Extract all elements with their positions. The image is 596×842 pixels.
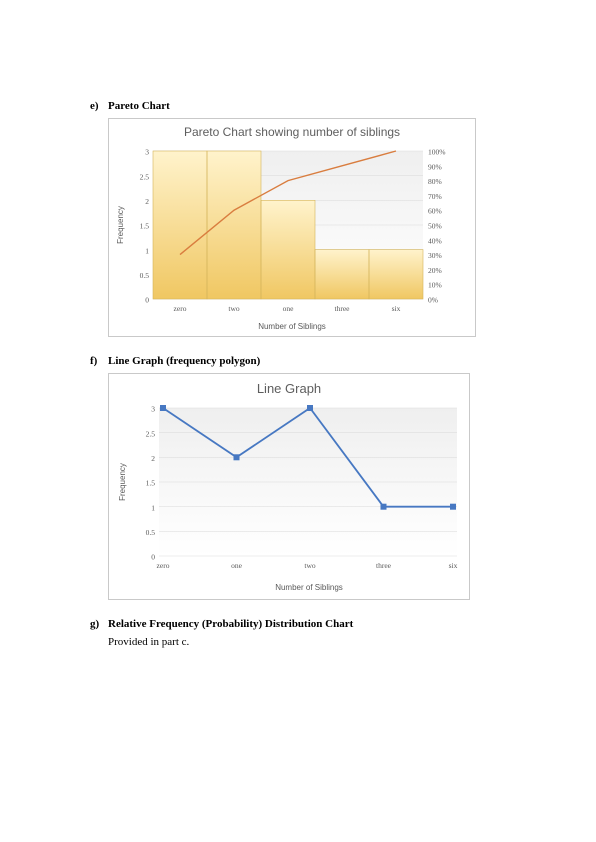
pareto-title: Pareto Chart showing number of siblings: [184, 125, 400, 139]
y2tick: 10%: [428, 281, 442, 290]
ytick: 1.5: [140, 222, 150, 231]
xtick: six: [392, 304, 401, 313]
section-e-heading: e) Pareto Chart: [90, 100, 556, 112]
section-g-body: Provided in part c.: [108, 636, 556, 648]
y2tick: 20%: [428, 266, 442, 275]
ytick: 1: [145, 246, 149, 255]
xtick: one: [283, 304, 295, 313]
section-g-heading: g) Relative Frequency (Probability) Dist…: [90, 618, 556, 630]
pareto-chart-svg: Pareto Chart showing number of siblings …: [109, 119, 475, 336]
y2tick: 100%: [428, 148, 446, 157]
ytick: 1.5: [146, 479, 156, 488]
pareto-x-axis: zero two one three six: [174, 304, 401, 313]
xtick: six: [449, 561, 458, 570]
y2tick: 50%: [428, 222, 442, 231]
section-e-title: Pareto Chart: [108, 100, 170, 112]
section-g-letter: g): [90, 618, 108, 630]
ytick: 1: [151, 503, 155, 512]
ytick: 0: [145, 296, 149, 305]
ytick: 3: [145, 148, 149, 157]
y2tick: 80%: [428, 177, 442, 186]
ytick: 0: [151, 553, 155, 562]
xtick: two: [228, 304, 240, 313]
bar-six: [369, 250, 423, 299]
ytick: 3: [151, 405, 155, 414]
line-chart: Line Graph 0 0.5 1 1.5 2: [108, 373, 470, 600]
ytick: 2.5: [140, 172, 150, 181]
section-f-heading: f) Line Graph (frequency polygon): [90, 355, 556, 367]
document-page: e) Pareto Chart Pareto Chart showing num…: [0, 0, 596, 688]
xtick: zero: [174, 304, 187, 313]
pareto-xlabel: Number of Siblings: [258, 322, 326, 331]
line-ylabel: Frequency: [118, 463, 127, 501]
section-f-title: Line Graph (frequency polygon): [108, 355, 260, 367]
ytick: 0.5: [146, 528, 156, 537]
xtick: three: [376, 561, 392, 570]
pareto-chart: Pareto Chart showing number of siblings …: [108, 118, 476, 337]
bar-one: [261, 200, 315, 299]
y2tick: 0%: [428, 296, 438, 305]
bar-zero: [153, 151, 207, 299]
y2tick: 30%: [428, 251, 442, 260]
line-xlabel: Number of Siblings: [275, 583, 343, 592]
xtick: one: [231, 561, 243, 570]
ytick: 0.5: [140, 271, 150, 280]
xtick: three: [335, 304, 351, 313]
ytick: 2: [145, 197, 149, 206]
y2tick: 60%: [428, 207, 442, 216]
bar-three: [315, 250, 369, 299]
pareto-ylabel: Frequency: [116, 206, 125, 244]
xtick: two: [304, 561, 316, 570]
pareto-y2-axis: 0% 10% 20% 30% 40% 50% 60% 70% 80% 90% 1…: [428, 148, 446, 305]
section-e-letter: e): [90, 100, 108, 112]
section-g-title: Relative Frequency (Probability) Distrib…: [108, 618, 353, 630]
line-y-axis: 0 0.5 1 1.5 2 2.5 3: [146, 405, 156, 562]
line-title: Line Graph: [257, 381, 321, 396]
y2tick: 90%: [428, 162, 442, 171]
line-chart-svg: Line Graph 0 0.5 1 1.5 2: [109, 374, 469, 599]
y2tick: 70%: [428, 192, 442, 201]
xtick: zero: [157, 561, 170, 570]
y2tick: 40%: [428, 236, 442, 245]
line-x-axis: zero one two three six: [157, 561, 458, 570]
ytick: 2.5: [146, 429, 156, 438]
section-f-letter: f): [90, 355, 108, 367]
ytick: 2: [151, 454, 155, 463]
